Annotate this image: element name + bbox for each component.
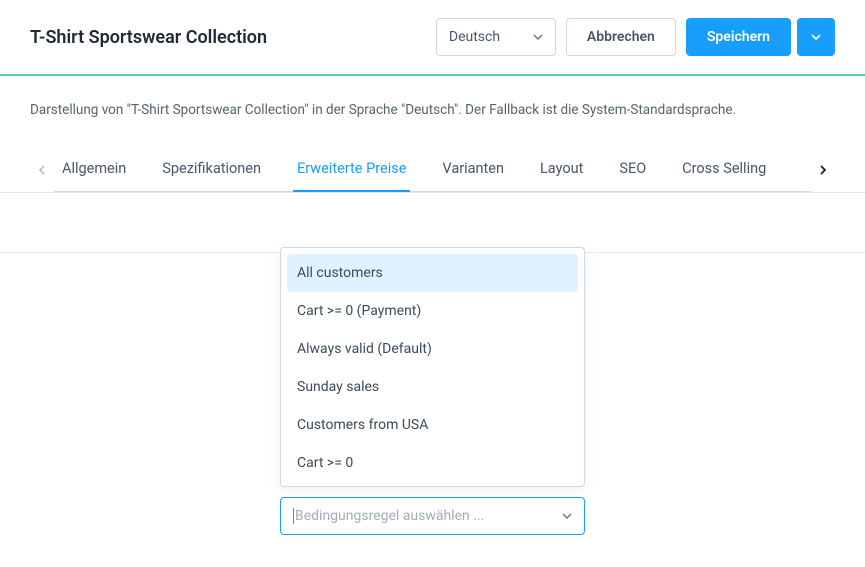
page-header: T-Shirt Sportswear Collection Deutsch Ab…	[0, 0, 865, 76]
tab-cross-selling[interactable]: Cross Selling	[678, 148, 770, 192]
tabs-container: Allgemein Spezifikationen Erweiterte Preis…	[0, 148, 865, 193]
rule-option[interactable]: All customers	[287, 254, 578, 292]
page-title: T-Shirt Sportswear Collection	[30, 27, 436, 48]
tab-varianten[interactable]: Varianten	[438, 148, 508, 192]
save-button[interactable]: Speichern	[686, 18, 791, 56]
tabs-scroll-left[interactable]	[30, 150, 54, 190]
cancel-button-label: Abbrechen	[587, 29, 655, 45]
rule-dropdown-list: All customersCart >= 0 (Payment)Always v…	[280, 247, 585, 487]
tab-spezifikationen[interactable]: Spezifikationen	[158, 148, 265, 192]
text-caret	[293, 508, 294, 524]
tab-erweiterte-preise[interactable]: Erweiterte Preise	[293, 148, 410, 192]
chevron-down-icon	[562, 511, 572, 521]
tab-allgemein[interactable]: Allgemein	[58, 148, 130, 192]
rule-option[interactable]: Sunday sales	[287, 368, 578, 406]
language-select[interactable]: Deutsch	[436, 18, 556, 56]
tabs-scroll-right[interactable]	[811, 150, 835, 190]
chevron-down-icon	[811, 32, 821, 42]
save-button-label: Speichern	[707, 29, 770, 45]
tab-layout[interactable]: Layout	[536, 148, 587, 192]
language-select-value: Deutsch	[449, 29, 500, 45]
language-info-text: Darstellung von "T-Shirt Sportswear Coll…	[0, 76, 865, 148]
rule-option[interactable]: Always valid (Default)	[287, 330, 578, 368]
rule-option[interactable]: Customers from USA	[287, 406, 578, 444]
rule-dropdown-scroll[interactable]: All customersCart >= 0 (Payment)Always v…	[281, 248, 584, 486]
cancel-button[interactable]: Abbrechen	[566, 18, 676, 56]
rule-option[interactable]: Extra option A	[287, 482, 578, 486]
save-split-button[interactable]	[797, 18, 835, 56]
rule-select-input[interactable]: Bedingungsregel auswählen ...	[280, 497, 585, 535]
tab-seo[interactable]: SEO	[615, 148, 650, 192]
rule-option[interactable]: Cart >= 0 (Payment)	[287, 292, 578, 330]
chevron-down-icon	[533, 32, 543, 42]
tabs: Allgemein Spezifikationen Erweiterte Preis…	[54, 148, 811, 191]
tabs-inner: Allgemein Spezifikationen Erweiterte Preis…	[54, 148, 811, 192]
content-area	[0, 193, 865, 253]
rule-option[interactable]: Cart >= 0	[287, 444, 578, 482]
rule-select-placeholder: Bedingungsregel auswählen ...	[295, 508, 562, 524]
